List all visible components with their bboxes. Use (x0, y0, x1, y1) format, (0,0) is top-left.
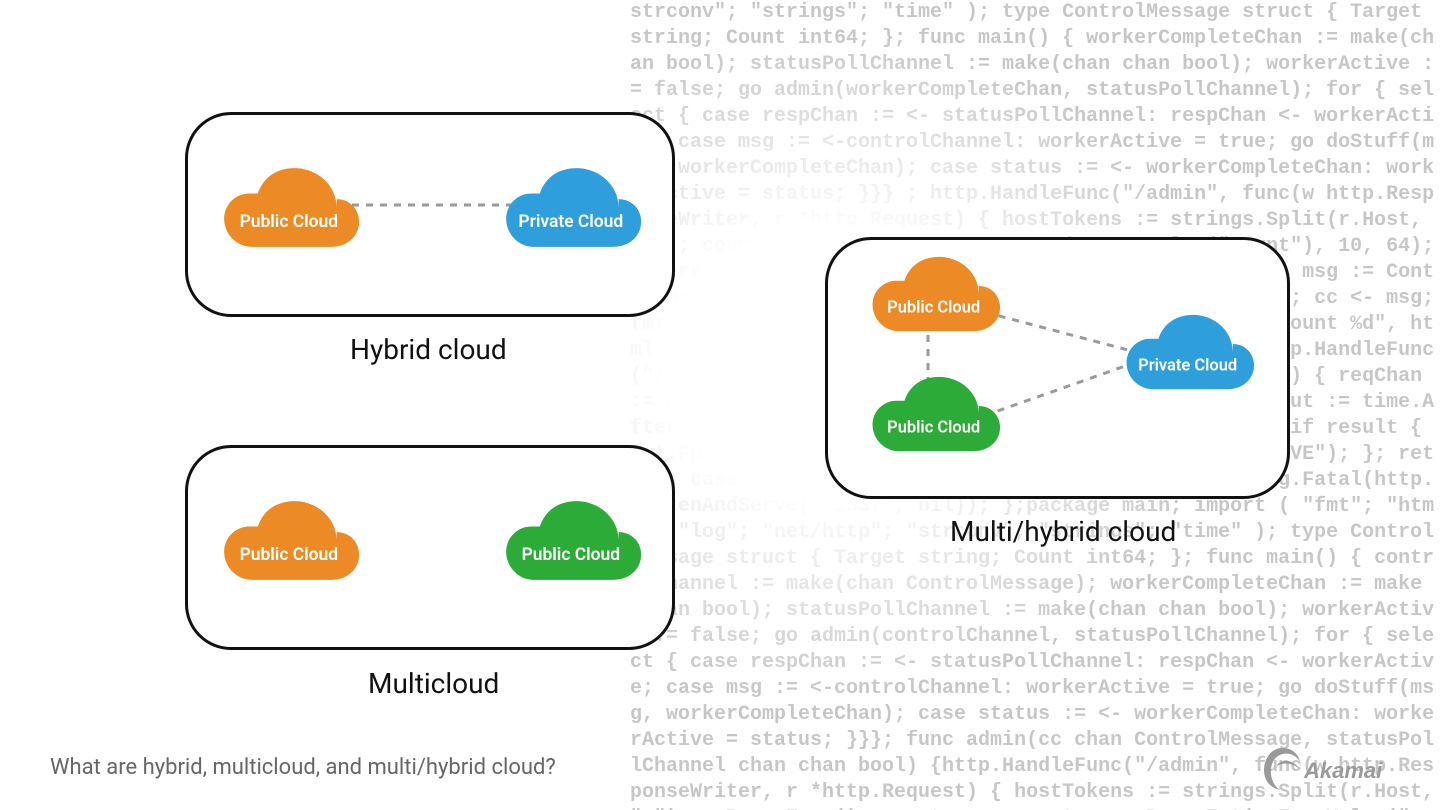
page-caption: What are hybrid, multicloud, and multi/h… (50, 755, 556, 780)
svg-text:Public Cloud: Public Cloud (887, 299, 980, 318)
private-cloud-icon-blue-2: Private Cloud (1100, 298, 1270, 406)
public-cloud-icon-orange-2: Public Cloud (196, 483, 376, 598)
public-cloud-icon-green-2: Public Cloud (846, 360, 1016, 468)
multicloud-container: Public Cloud Public Cloud (185, 445, 675, 650)
svg-text:Private Cloud: Private Cloud (518, 212, 623, 232)
multihybrid-cloud-label: Multi/hybrid cloud (950, 515, 1176, 548)
public-cloud-icon-orange: Public Cloud (196, 150, 376, 265)
svg-text:Public Cloud: Public Cloud (887, 419, 980, 438)
multihybrid-cloud-container: Public Cloud Public Cloud Private Cloud (825, 237, 1290, 499)
hybrid-cloud-container: Public Cloud Private Cloud (185, 112, 675, 317)
private-cloud-icon-blue: Private Cloud (478, 150, 658, 265)
multicloud-label: Multicloud (368, 667, 499, 700)
svg-text:Public Cloud: Public Cloud (522, 545, 620, 565)
hybrid-cloud-label: Hybrid cloud (350, 333, 507, 366)
akamai-logo: Akamai (1262, 744, 1402, 792)
public-cloud-icon-green: Public Cloud (478, 483, 658, 598)
svg-text:Akamai: Akamai (1303, 758, 1383, 783)
svg-text:Private Cloud: Private Cloud (1138, 357, 1237, 376)
public-cloud-icon-orange-3: Public Cloud (846, 240, 1016, 348)
svg-text:Public Cloud: Public Cloud (240, 545, 338, 565)
svg-text:Public Cloud: Public Cloud (240, 212, 338, 232)
